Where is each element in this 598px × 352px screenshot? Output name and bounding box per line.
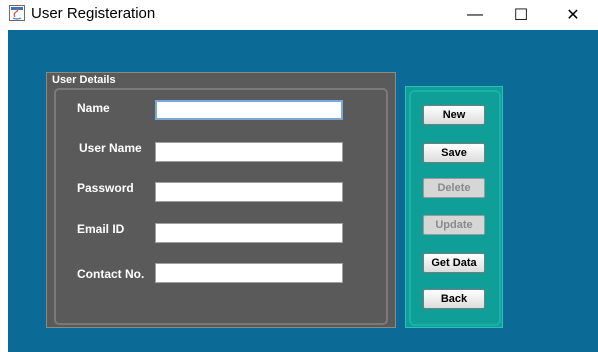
contact-label: Contact No. [77,267,145,281]
username-input[interactable] [155,142,343,162]
window-titlebar: User Registeration — ☐ ✕ [0,0,598,30]
back-button[interactable]: Back [423,289,485,309]
user-details-panel: User Details Name User Name Password Ema… [46,72,396,328]
actions-panel: New Save Delete Update Get Data Back [405,86,503,328]
contact-input[interactable] [155,263,343,283]
user-details-frame [54,88,388,325]
username-label: User Name [79,141,142,155]
main-content: User Details Name User Name Password Ema… [8,30,598,352]
email-label: Email ID [77,222,125,236]
delete-button[interactable]: Delete [423,178,485,198]
maximize-icon[interactable]: ☐ [498,0,544,30]
close-icon[interactable]: ✕ [550,0,596,30]
password-label: Password [77,181,134,195]
get-data-button[interactable]: Get Data [423,253,485,273]
email-input[interactable] [155,223,343,243]
minimize-icon[interactable]: — [452,0,498,30]
panel-title: User Details [52,74,116,86]
password-input[interactable] [155,182,343,202]
java-app-icon [9,5,25,21]
name-input[interactable] [155,100,343,120]
save-button[interactable]: Save [423,143,485,163]
window-title: User Registeration [31,5,156,22]
update-button[interactable]: Update [423,215,485,235]
name-label: Name [77,101,110,115]
new-button[interactable]: New [423,105,485,125]
